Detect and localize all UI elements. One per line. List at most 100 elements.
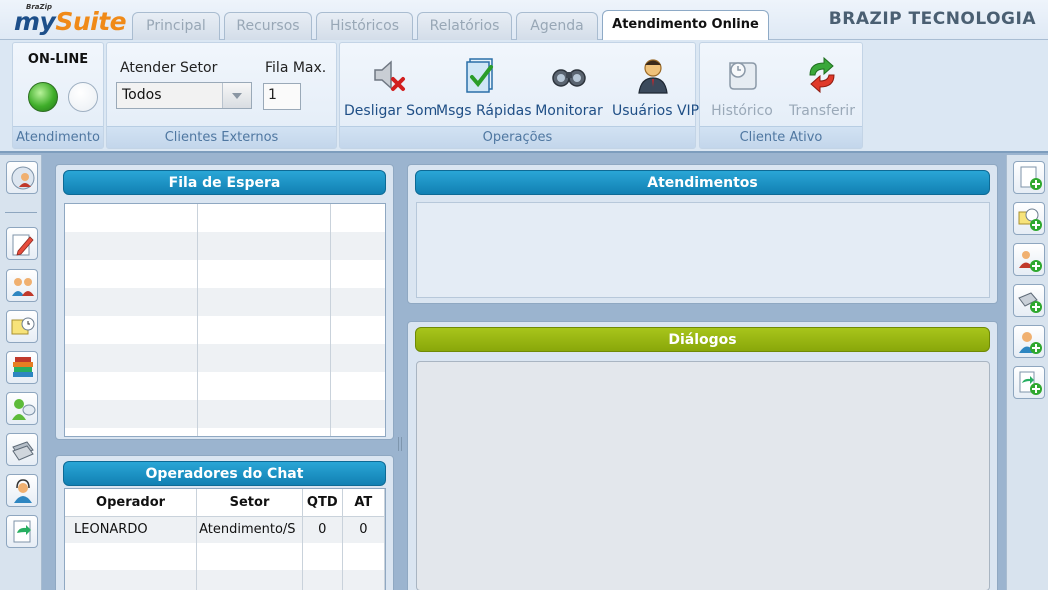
table-row[interactable]: LEONARDO Atendimento/S 0 0	[65, 516, 385, 543]
add-operator-button[interactable]	[1013, 325, 1045, 358]
grid-row	[65, 232, 385, 260]
mysuite-logo: BraZip mySuite	[12, 3, 127, 37]
cell-operador: LEONARDO	[65, 516, 198, 543]
monitorar-button[interactable]: Monitorar	[528, 51, 610, 119]
atendimentos-title: Atendimentos	[415, 170, 990, 195]
table-row	[65, 543, 385, 570]
column-header-at[interactable]: AT	[342, 489, 385, 517]
books-button[interactable]	[6, 351, 38, 384]
user-group-icon	[12, 278, 34, 296]
usuarios-vip-label: Usuários VIP	[612, 103, 700, 119]
usuarios-vip-button[interactable]: Usuários VIP	[612, 51, 700, 119]
group-label-operacoes: Operações	[340, 126, 695, 148]
contact-card-icon	[11, 166, 35, 190]
transferir-button[interactable]: Transferir	[782, 51, 862, 119]
operadores-table: Operador Setor QTD AT LEONARDO Atendimen…	[65, 489, 385, 590]
right-toolbar	[1006, 155, 1048, 590]
logo-suite: Suite	[55, 7, 127, 36]
offline-indicator-button[interactable]	[68, 82, 98, 112]
msgs-rapidas-label: Msgs Rápidas	[436, 103, 532, 119]
grid-row	[65, 372, 385, 400]
add-message-icon	[1018, 292, 1042, 313]
grid-row	[65, 204, 385, 232]
column-header-operador[interactable]: Operador	[65, 489, 198, 517]
online-indicator-button[interactable]	[28, 82, 58, 112]
contact-card-button[interactable]	[6, 161, 38, 194]
dialogos-area[interactable]	[416, 361, 990, 590]
vip-user-icon	[638, 59, 668, 94]
online-status-label: ON-LINE	[27, 52, 89, 67]
title-bar: BraZip mySuite Principal Recursos Histór…	[0, 0, 1048, 41]
grid-row	[65, 400, 385, 428]
transferir-label: Transferir	[789, 103, 855, 119]
grid-row	[65, 288, 385, 316]
setor-select-value: Todos	[122, 87, 162, 103]
add-schedule-icon	[1018, 208, 1042, 231]
edit-notes-button[interactable]	[6, 227, 38, 260]
fila-de-espera-grid[interactable]	[64, 203, 386, 437]
books-stack-icon	[13, 357, 33, 377]
logo-my: my	[14, 7, 56, 36]
add-operator-icon	[1019, 332, 1042, 354]
group-label-cliente-ativo: Cliente Ativo	[700, 126, 862, 148]
chat-user-button[interactable]	[6, 392, 38, 425]
group-clientes-externos: Atender Setor Fila Max. Todos 1 Clientes…	[106, 42, 337, 149]
operator-button[interactable]	[6, 474, 38, 507]
message-stack-icon	[12, 441, 34, 461]
group-operacoes: Desligar Som Msgs Rápidas Monitorar Usuá…	[339, 42, 700, 149]
history-scroll-icon	[729, 62, 757, 90]
tab-atendimento-online[interactable]: Atendimento Online	[602, 10, 769, 41]
chevron-down-icon	[232, 93, 242, 99]
fila-max-input[interactable]: 1	[263, 83, 301, 110]
grid-row	[65, 316, 385, 344]
left-toolbar	[0, 155, 42, 590]
historico-button[interactable]: Histórico	[702, 51, 782, 119]
add-message-button[interactable]	[1013, 284, 1045, 317]
add-transfer-icon	[1019, 371, 1042, 395]
logo-text: mySuite	[14, 7, 127, 36]
group-label-atendimento: Atendimento	[13, 126, 103, 148]
tab-relatorios[interactable]: Relatórios	[417, 12, 512, 40]
panel-splitter[interactable]	[395, 157, 405, 590]
table-header-row: Operador Setor QTD AT	[65, 489, 385, 517]
company-name: BRAZIP TECNOLOGIA	[828, 9, 1036, 29]
pencil-notepad-icon	[12, 234, 34, 256]
toolbar-separator	[5, 212, 37, 213]
operadores-title: Operadores do Chat	[63, 461, 386, 486]
setor-select[interactable]: Todos	[116, 82, 252, 109]
cell-at: 0	[342, 516, 385, 543]
headset-operator-icon	[14, 479, 32, 503]
user-group-button[interactable]	[6, 269, 38, 302]
operadores-panel: Operadores do Chat Operador Setor QTD AT…	[55, 455, 394, 590]
atendimentos-area[interactable]	[416, 202, 990, 298]
tab-historicos[interactable]: Históricos	[316, 12, 413, 40]
column-header-setor[interactable]: Setor	[196, 489, 303, 517]
add-contact-icon	[1019, 251, 1042, 272]
add-document-icon	[1020, 166, 1042, 190]
dialogos-title: Diálogos	[415, 327, 990, 352]
messages-button[interactable]	[6, 433, 38, 466]
setor-label: Atender Setor	[120, 60, 218, 76]
add-schedule-button[interactable]	[1013, 202, 1045, 235]
ribbon-toolbar: ON-LINE Atendimento Atender Setor Fila M…	[0, 40, 1048, 153]
add-transfer-button[interactable]	[1013, 366, 1045, 399]
tab-principal[interactable]: Principal	[132, 12, 220, 40]
add-document-button[interactable]	[1013, 161, 1045, 194]
historico-label: Histórico	[711, 103, 773, 119]
note-clock-icon	[11, 317, 35, 335]
quick-messages-icon	[466, 58, 493, 93]
transfer-document-button[interactable]	[6, 515, 38, 548]
msgs-rapidas-button[interactable]: Msgs Rápidas	[436, 51, 532, 119]
group-label-clientes-externos: Clientes Externos	[107, 126, 336, 148]
desligar-som-label: Desligar Som	[344, 103, 438, 119]
grid-column-divider	[330, 204, 331, 436]
fila-de-espera-title: Fila de Espera	[63, 170, 386, 195]
desligar-som-button[interactable]: Desligar Som	[344, 51, 438, 119]
setor-dropdown-button[interactable]	[222, 83, 251, 108]
tab-recursos[interactable]: Recursos	[224, 12, 312, 40]
tab-agenda[interactable]: Agenda	[516, 12, 598, 40]
scheduled-notes-button[interactable]	[6, 310, 38, 343]
column-header-qtd[interactable]: QTD	[302, 489, 343, 517]
add-contact-button[interactable]	[1013, 243, 1045, 276]
grid-column-divider	[197, 204, 198, 436]
